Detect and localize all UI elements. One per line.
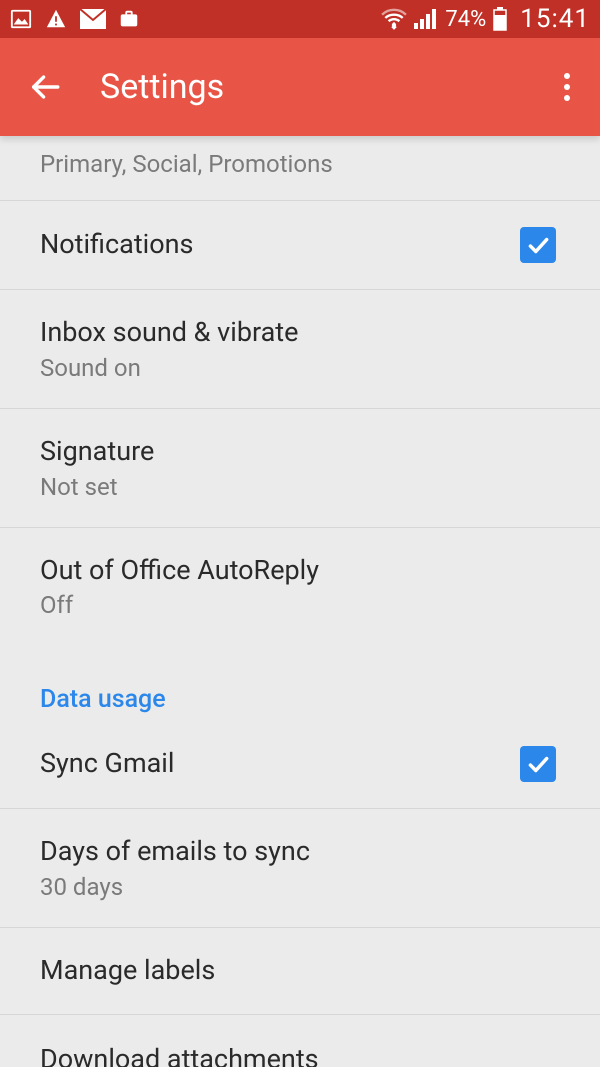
download-attachments-title: Download attachments — [40, 1043, 560, 1067]
back-button[interactable] — [28, 70, 72, 104]
ooo-subtitle: Off — [40, 591, 560, 619]
picture-icon — [10, 8, 32, 30]
days-sync-title: Days of emails to sync — [40, 835, 560, 869]
inbox-sound-title: Inbox sound & vibrate — [40, 316, 560, 350]
clock-text: 15:41 — [520, 4, 590, 34]
more-vert-icon — [564, 73, 570, 79]
inbox-categories-row[interactable]: Primary, Social, Promotions — [0, 136, 600, 201]
notifications-title: Notifications — [40, 228, 520, 262]
settings-list: Primary, Social, Promotions Notification… — [0, 136, 600, 1067]
battery-icon — [492, 7, 508, 31]
check-icon — [525, 751, 551, 777]
overflow-menu-button[interactable] — [554, 63, 580, 111]
warning-icon — [44, 8, 68, 30]
wifi-icon — [381, 8, 407, 30]
ooo-row[interactable]: Out of Office AutoReply Off — [0, 528, 600, 646]
inbox-sound-subtitle: Sound on — [40, 354, 560, 382]
inbox-categories-subtitle: Primary, Social, Promotions — [40, 150, 560, 178]
notifications-checkbox[interactable] — [520, 227, 556, 263]
page-title: Settings — [100, 67, 224, 107]
download-attachments-row[interactable]: Download attachments — [0, 1015, 600, 1067]
ooo-title: Out of Office AutoReply — [40, 554, 560, 588]
days-sync-subtitle: 30 days — [40, 873, 560, 901]
section-header-data-usage: Data usage — [0, 645, 600, 732]
sync-gmail-checkbox[interactable] — [520, 746, 556, 782]
sync-gmail-row[interactable]: Sync Gmail — [0, 732, 600, 809]
signature-title: Signature — [40, 435, 560, 469]
briefcase-icon — [118, 8, 140, 30]
signature-row[interactable]: Signature Not set — [0, 409, 600, 528]
status-bar: 74% 15:41 — [0, 0, 600, 38]
sync-gmail-title: Sync Gmail — [40, 747, 520, 781]
cell-signal-icon — [413, 8, 437, 30]
inbox-sound-row[interactable]: Inbox sound & vibrate Sound on — [0, 290, 600, 409]
app-bar: Settings — [0, 38, 600, 136]
arrow-left-icon — [28, 70, 62, 104]
battery-percent: 74% — [445, 7, 486, 32]
check-icon — [525, 232, 551, 258]
mail-icon — [80, 9, 106, 29]
days-sync-row[interactable]: Days of emails to sync 30 days — [0, 809, 600, 928]
signature-subtitle: Not set — [40, 473, 560, 501]
manage-labels-row[interactable]: Manage labels — [0, 928, 600, 1015]
manage-labels-title: Manage labels — [40, 954, 560, 988]
notifications-row[interactable]: Notifications — [0, 201, 600, 290]
